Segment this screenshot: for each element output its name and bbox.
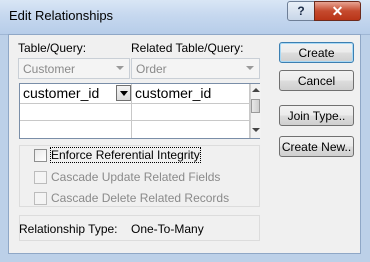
cascade-delete-checkbox[interactable] xyxy=(34,192,47,205)
scroll-up-icon[interactable] xyxy=(252,88,260,92)
cascade-update-label[interactable]: Cascade Update Related Fields xyxy=(51,170,220,184)
close-button[interactable]: ✕ xyxy=(314,1,361,21)
help-icon: ? xyxy=(297,4,305,18)
chevron-down-icon xyxy=(116,66,124,70)
grid-cell-right[interactable] xyxy=(132,104,250,121)
help-button[interactable]: ? xyxy=(287,1,315,21)
chevron-down-icon xyxy=(120,91,128,96)
grid-cell-left[interactable] xyxy=(20,121,132,138)
enforce-integrity-label[interactable]: Enforce Referential Integrity xyxy=(50,147,201,163)
create-button[interactable]: Create xyxy=(279,42,354,63)
related-table-query-combo[interactable]: Order xyxy=(131,58,260,79)
chevron-down-icon xyxy=(246,66,254,70)
integrity-options-group: Enforce Referential Integrity Cascade Up… xyxy=(19,145,260,207)
table-query-value: Customer xyxy=(23,62,76,76)
cascade-delete-label[interactable]: Cascade Delete Related Records xyxy=(51,191,229,205)
close-icon: ✕ xyxy=(331,2,344,19)
table-query-label: Table/Query: xyxy=(18,41,87,55)
create-button-label: Create xyxy=(298,45,335,60)
grid-cell-right[interactable] xyxy=(132,121,250,138)
join-type-button-label: Join Type.. xyxy=(287,108,346,123)
scroll-down-icon[interactable] xyxy=(252,128,260,132)
field-grid[interactable]: customer_id customer_id xyxy=(19,83,261,139)
related-table-query-value: Order xyxy=(136,62,167,76)
join-type-button[interactable]: Join Type.. xyxy=(279,105,354,126)
enforce-integrity-checkbox[interactable] xyxy=(34,149,47,162)
relationship-type-value: One-To-Many xyxy=(131,222,204,236)
grid-cell-text: customer_id xyxy=(23,85,100,101)
grid-cell-left[interactable] xyxy=(20,104,132,121)
table-query-combo[interactable]: Customer xyxy=(18,58,130,79)
create-new-button[interactable]: Create New.. xyxy=(279,136,354,157)
cancel-button[interactable]: Cancel xyxy=(279,70,354,91)
create-new-button-label: Create New.. xyxy=(281,139,352,154)
field-dropdown-button[interactable] xyxy=(116,85,131,101)
cascade-update-checkbox[interactable] xyxy=(34,171,47,184)
dialog-body: Table/Query: Related Table/Query: Custom… xyxy=(8,34,361,254)
grid-cell-right[interactable]: customer_id xyxy=(132,84,250,104)
relationship-type-label: Relationship Type: xyxy=(19,222,118,236)
grid-scrollbar[interactable] xyxy=(250,84,261,138)
related-table-query-label: Related Table/Query: xyxy=(131,41,244,55)
grid-cell-left[interactable]: customer_id xyxy=(20,84,132,104)
cancel-button-label: Cancel xyxy=(297,73,336,88)
scroll-thumb[interactable] xyxy=(251,99,260,113)
grid-cell-text: customer_id xyxy=(135,85,212,101)
title-bar[interactable]: Edit Relationships ? ✕ xyxy=(0,0,370,35)
window-title: Edit Relationships xyxy=(9,8,114,23)
